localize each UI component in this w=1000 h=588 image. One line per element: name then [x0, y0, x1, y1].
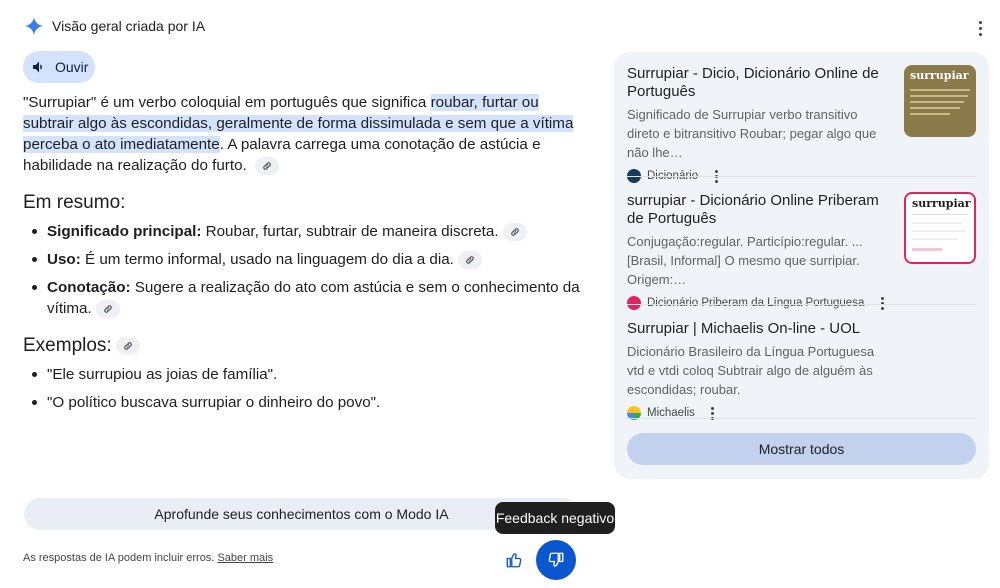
- ai-sparkle-icon: [24, 16, 44, 36]
- summary-heading: Em resumo:: [23, 192, 126, 213]
- source-description: Conjugação:regular. Particípio:regular. …: [627, 234, 863, 287]
- source-meta: Dicionário Priberam da Língua Portuguesa: [627, 295, 976, 311]
- summary-list: Significado principal: Roubar, furtar, s…: [23, 221, 583, 319]
- source-title[interactable]: surrupiar - Dicionário Online Priberam d…: [627, 192, 892, 228]
- source-site: Dicionário Priberam da Língua Portuguesa: [647, 297, 865, 309]
- item-term: Significado principal:: [47, 223, 202, 240]
- source-link-icon[interactable]: [95, 299, 120, 318]
- source-description: Dicionário Brasileiro da Língua Portugue…: [627, 344, 875, 397]
- thumbnail-word: surrupiar: [910, 69, 969, 82]
- sources-panel: Surrupiar - Dicio, Dicionário Online de …: [614, 52, 989, 479]
- examples-heading-text: Exemplos:: [23, 335, 112, 356]
- examples-heading: Exemplos:: [23, 335, 583, 356]
- source-title[interactable]: Surrupiar | Michaelis On-line - UOL: [627, 320, 892, 338]
- source-link-icon[interactable]: [254, 156, 279, 175]
- list-item: Significado principal: Roubar, furtar, s…: [23, 221, 583, 242]
- source-link-icon[interactable]: [502, 222, 527, 241]
- source-thumbnail[interactable]: surrupiar: [904, 192, 976, 264]
- listen-button-label: Ouvir: [55, 59, 89, 75]
- disclaimer: As respostas de IA podem incluir erros. …: [23, 552, 273, 564]
- item-term: Uso:: [47, 251, 81, 268]
- divider: [627, 418, 976, 419]
- source-link-icon[interactable]: [115, 336, 140, 355]
- source-title[interactable]: Surrupiar - Dicio, Dicionário Online de …: [627, 65, 892, 101]
- source-card-priberam[interactable]: surrupiar - Dicionário Online Priberam d…: [627, 192, 976, 311]
- ai-overview-header: Visão geral criada por IA: [24, 16, 205, 36]
- examples-list: "Ele surrupiou as joias de família". "O …: [23, 364, 583, 413]
- thumbs-up-icon: [506, 553, 522, 568]
- source-link-icon[interactable]: [457, 250, 482, 269]
- thumbs-down-button[interactable]: [536, 540, 576, 580]
- intro-paragraph: "Surrupiar" é um verbo coloquial em port…: [23, 92, 583, 176]
- item-term: Conotação:: [47, 279, 131, 296]
- item-text: Roubar, furtar, subtrair de maneira disc…: [201, 223, 499, 240]
- item-text: É um termo informal, usado na linguagem …: [80, 251, 454, 268]
- source-card-michaelis[interactable]: Surrupiar | Michaelis On-line - UOL Dici…: [627, 320, 976, 421]
- priberam-favicon-icon: [627, 296, 641, 310]
- show-all-button[interactable]: Mostrar todos: [627, 433, 976, 465]
- source-card-dicio[interactable]: Surrupiar - Dicio, Dicionário Online de …: [627, 65, 976, 184]
- listen-button[interactable]: Ouvir: [23, 51, 95, 83]
- divider: [627, 176, 976, 177]
- ai-overview-content: "Surrupiar" é um verbo coloquial em port…: [23, 92, 583, 429]
- list-item: "O político buscava surrupiar o dinheiro…: [23, 392, 583, 413]
- thumbs-up-button[interactable]: [499, 545, 529, 575]
- divider: [627, 304, 976, 305]
- list-item: Conotação: Sugere a realização do ato co…: [23, 277, 583, 319]
- more-vert-icon[interactable]: [972, 18, 988, 38]
- speaker-icon: [33, 61, 42, 73]
- source-thumbnail[interactable]: surrupiar: [904, 65, 976, 137]
- list-item: Uso: É um termo informal, usado na lingu…: [23, 249, 583, 270]
- source-description: Significado de Surrupiar verbo transitiv…: [627, 107, 877, 160]
- intro-text: "Surrupiar" é um verbo coloquial em port…: [23, 94, 431, 111]
- disclaimer-text: As respostas de IA podem incluir erros.: [23, 552, 218, 564]
- list-item: "Ele surrupiou as joias de família".: [23, 364, 583, 385]
- thumbs-down-icon: [548, 552, 564, 567]
- feedback-tooltip: Feedback negativo: [495, 502, 615, 534]
- thumbnail-word: surrupiar: [912, 197, 971, 210]
- ai-overview-title: Visão geral criada por IA: [52, 18, 206, 34]
- learn-more-link[interactable]: Saber mais: [217, 552, 273, 564]
- more-vert-icon[interactable]: [876, 295, 888, 311]
